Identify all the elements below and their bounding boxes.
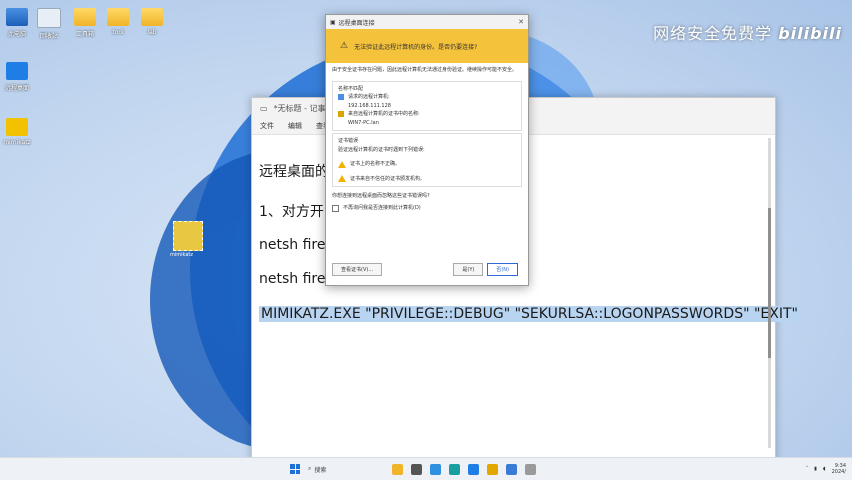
remote-desktop-icon: [6, 62, 28, 80]
no-button[interactable]: 否(N): [487, 263, 518, 276]
taskbar-center: ⌕ 搜索: [290, 463, 537, 475]
cert-name-value: WIN7-PC.lan: [348, 119, 379, 126]
search-label: 搜索: [314, 466, 327, 474]
text-line: 1、对方开: [259, 204, 324, 220]
computer-icon: [338, 94, 344, 101]
desktop-icon-folder[interactable]: 工具箱: [68, 8, 102, 38]
desktop-icon-mimikatz[interactable]: mimikatz: [0, 118, 34, 146]
chevron-up-icon[interactable]: ˄: [806, 466, 809, 472]
clock-date: 2024/: [831, 469, 846, 475]
desktop-icon-label: 远程桌面: [4, 85, 29, 92]
close-icon[interactable]: ✕: [518, 18, 524, 26]
warning-icon: [338, 160, 346, 168]
requested-label: 请求的远程计算机:: [348, 94, 390, 100]
cert-name-row: 来自远程计算机的证书中的名称:: [338, 110, 516, 119]
app-icon: [6, 118, 28, 136]
desktop-icon-label: tool: [112, 29, 124, 36]
notepad-taskbar-icon[interactable]: [525, 463, 537, 475]
dialog-title: 远程桌面连接: [338, 19, 375, 27]
app-icon[interactable]: [506, 463, 518, 475]
dialog-buttons: 查看证书(V)... 是(Y) 否(N): [332, 263, 522, 276]
certificate-icon: [338, 111, 344, 118]
yes-button[interactable]: 是(Y): [453, 263, 484, 276]
dialog-titlebar[interactable]: ▣ 远程桌面连接 ✕: [326, 15, 528, 29]
warning-banner: ⚠ 无法验证此远程计算机的身份。是否仍要连接?: [326, 29, 528, 63]
warning-icon: [338, 175, 346, 183]
recycle-bin-icon: [37, 8, 61, 28]
desktop-icon-recycle-bin[interactable]: 回收站: [32, 8, 66, 40]
cert-errors-heading: 证书错误: [338, 138, 359, 144]
folder-icon: [107, 8, 129, 26]
dragged-file-icon[interactable]: [173, 221, 203, 251]
dialog-question: 你想连接到远程桌面而忽略这些证书错误吗?: [332, 193, 430, 199]
clock[interactable]: 9:34 2024/: [832, 463, 846, 475]
warning-text: 无法验证此远程计算机的身份。是否仍要连接?: [354, 43, 478, 51]
dialog-intro: 由于安全证书存在问题，因此远程计算机无法通过身份验证。继续操作可能不安全。: [332, 67, 518, 73]
terminal-icon[interactable]: [411, 463, 423, 475]
name-mismatch-box: 名称不匹配 请求的远程计算机: 192.168.111.128 来自远程计算机的…: [332, 80, 522, 131]
view-certificate-button[interactable]: 查看证书(V)...: [332, 263, 383, 276]
start-icon[interactable]: [290, 464, 300, 474]
dragged-file-label: mimikatz: [170, 252, 193, 258]
cert-error-item: 证书来自不信任的证书颁发机构。: [338, 175, 516, 184]
folder-icon: [141, 8, 163, 26]
bilibili-logo: bilibili: [778, 24, 842, 43]
cert-error-item: 证书上的名称不正确。: [338, 160, 516, 169]
requested-value: 192.168.111.128: [348, 102, 391, 109]
text-line: 远程桌面的: [259, 164, 329, 180]
folder-icon: [74, 8, 96, 26]
name-mismatch-heading: 名称不匹配: [338, 85, 364, 92]
desktop-icon-label: mimikatz: [3, 139, 31, 146]
watermark: 网络安全免费学 bilibili: [653, 20, 842, 44]
remote-desktop-icon: ▣: [330, 18, 336, 26]
volume-icon[interactable]: ◖: [823, 466, 826, 472]
cert-error-text: 证书上的名称不正确。: [350, 161, 401, 167]
watermark-text: 网络安全免费学: [653, 24, 773, 43]
cert-errors-box: 证书错误 验证远程计算机的证书时遇到下列错误: 证书上的名称不正确。 证书来自不…: [332, 133, 522, 187]
cert-name-label: 来自远程计算机的证书中的名称:: [348, 111, 420, 117]
file-explorer-icon[interactable]: [392, 463, 404, 475]
warning-icon: ⚠: [340, 41, 349, 51]
desktop-icon-folder[interactable]: lab: [135, 8, 169, 36]
desktop-icon-label: lab: [147, 29, 157, 36]
rdp-certificate-dialog[interactable]: ▣ 远程桌面连接 ✕ ⚠ 无法验证此远程计算机的身份。是否仍要连接? 由于安全证…: [325, 14, 529, 286]
dont-ask-checkbox-row[interactable]: 不再询问我是否连接到此计算机(D): [326, 205, 528, 217]
desktop-icon-label: 此电脑: [7, 31, 26, 38]
taskbar-search[interactable]: ⌕ 搜索: [308, 465, 326, 474]
network-icon[interactable]: ▮: [814, 466, 817, 472]
app-icon[interactable]: [487, 463, 499, 475]
dont-ask-label: 不再询问我是否连接到此计算机(D): [343, 204, 421, 211]
desktop-icon-folder[interactable]: tool: [101, 8, 135, 36]
desktop-icon-this-pc[interactable]: 此电脑: [0, 8, 34, 38]
system-tray: ˄ ▮ ◖ 9:34 2024/: [806, 463, 846, 475]
remote-desktop-icon[interactable]: [468, 463, 480, 475]
menu-file[interactable]: 文件: [260, 121, 274, 131]
selected-text-line: MIMIKATZ.EXE "PRIVILEGE::DEBUG" "SEKURLS…: [259, 306, 802, 322]
taskbar: ⌕ 搜索 ˄ ▮ ◖ 9:34 2024/: [0, 457, 852, 480]
desktop-icon-remote-desktop[interactable]: 远程桌面: [0, 62, 34, 92]
edge-icon[interactable]: [449, 463, 461, 475]
notepad-icon: ▭: [260, 103, 268, 113]
scrollbar-thumb[interactable]: [768, 208, 771, 358]
menu-edit[interactable]: 编辑: [288, 121, 302, 131]
desktop-icon-label: 回收站: [39, 33, 58, 40]
notepad-scrollbar[interactable]: [768, 138, 771, 448]
settings-icon[interactable]: [430, 463, 442, 475]
dont-ask-checkbox[interactable]: [332, 204, 339, 212]
cert-errors-intro: 验证远程计算机的证书时遇到下列错误:: [338, 146, 425, 153]
computer-icon: [6, 8, 28, 26]
desktop-icon-label: 工具箱: [75, 31, 94, 38]
search-icon: ⌕: [308, 465, 312, 472]
requested-row: 请求的远程计算机:: [338, 93, 516, 102]
cert-error-text: 证书来自不信任的证书颁发机构。: [350, 175, 426, 182]
